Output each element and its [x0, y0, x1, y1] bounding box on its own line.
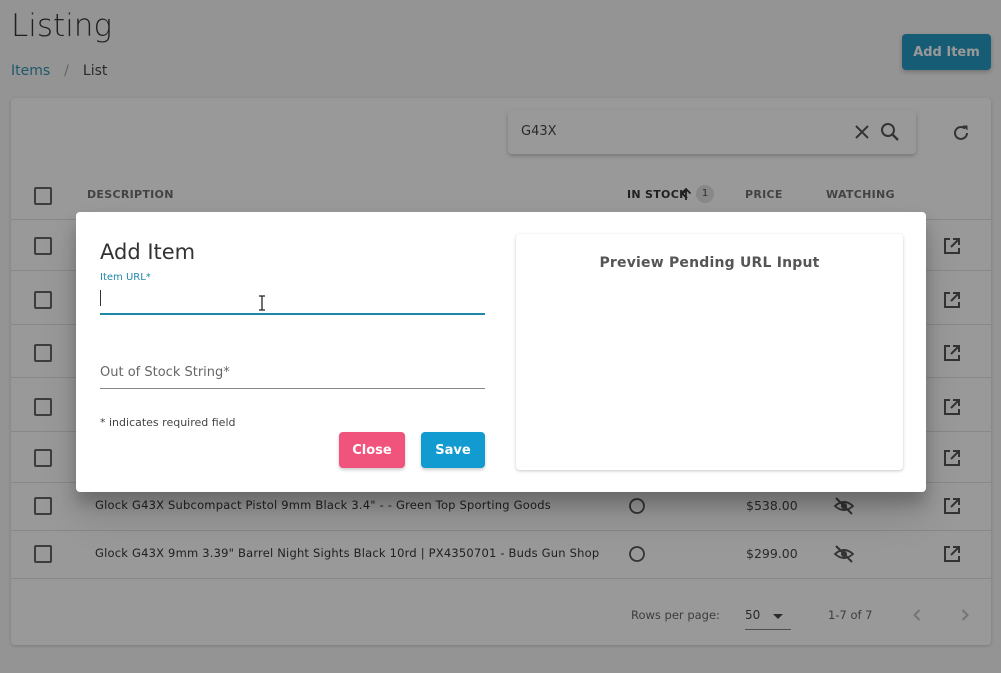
close-button[interactable]: Close	[339, 432, 405, 468]
preview-title: Preview Pending URL Input	[599, 255, 820, 271]
text-cursor-ibeam-icon	[259, 295, 265, 311]
out-of-stock-string-label: Out of Stock String*	[100, 365, 230, 380]
save-button[interactable]: Save	[421, 432, 485, 468]
out-of-stock-string-field[interactable]: Out of Stock String*	[100, 362, 485, 389]
required-field-note: * indicates required field	[100, 416, 236, 429]
item-url-label: Item URL*	[100, 272, 151, 283]
dialog-title: Add Item	[100, 240, 196, 264]
add-item-dialog: Add Item Item URL* Out of Stock String* …	[76, 212, 926, 492]
text-cursor	[100, 290, 101, 306]
item-url-input[interactable]	[100, 286, 485, 315]
preview-panel: Preview Pending URL Input	[516, 234, 903, 470]
